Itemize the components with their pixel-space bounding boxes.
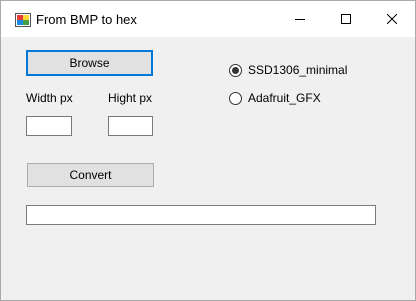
- convert-button[interactable]: Convert: [27, 163, 154, 187]
- window-title: From BMP to hex: [36, 12, 137, 27]
- maximize-button[interactable]: [323, 1, 369, 37]
- hight-label: Hight px: [108, 91, 153, 105]
- close-button[interactable]: [369, 1, 415, 37]
- radio-adafruit-gfx[interactable]: Adafruit_GFX: [229, 91, 321, 105]
- minimize-icon: [295, 19, 305, 20]
- radio-ssd1306-minimal[interactable]: SSD1306_minimal: [229, 63, 347, 77]
- browse-button[interactable]: Browse: [26, 50, 153, 76]
- radio-label: Adafruit_GFX: [248, 91, 321, 105]
- app-window: From BMP to hex Browse Width px Hight px…: [0, 0, 416, 301]
- hight-input[interactable]: [108, 116, 153, 136]
- close-icon: [387, 14, 397, 24]
- radio-unchecked-icon: [229, 91, 242, 105]
- app-icon: [15, 13, 31, 27]
- width-input[interactable]: [26, 116, 72, 136]
- radio-checked-icon: [229, 63, 242, 77]
- width-label: Width px: [26, 91, 73, 105]
- maximize-icon: [341, 14, 351, 24]
- title-bar[interactable]: From BMP to hex: [1, 1, 415, 37]
- radio-label: SSD1306_minimal: [248, 63, 348, 77]
- output-field[interactable]: [26, 205, 376, 225]
- minimize-button[interactable]: [277, 1, 323, 37]
